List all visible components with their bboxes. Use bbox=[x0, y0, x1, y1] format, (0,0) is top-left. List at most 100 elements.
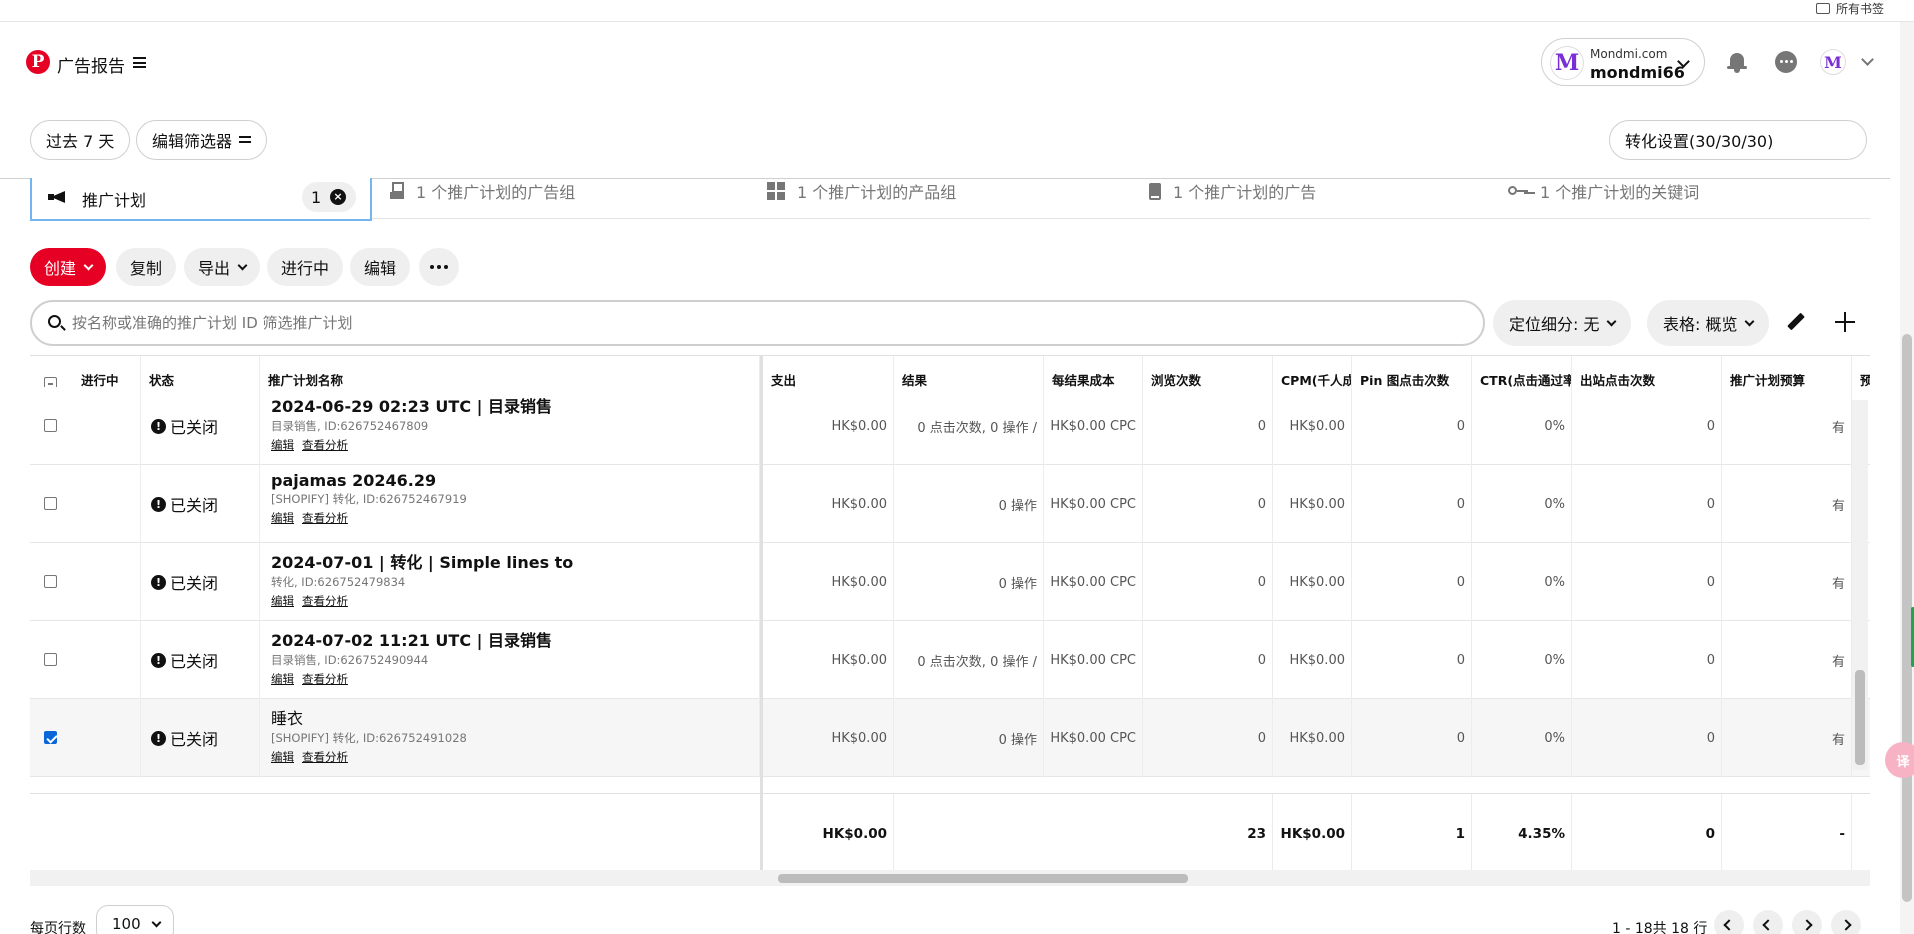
ad-group-icon bbox=[390, 182, 404, 200]
table-row[interactable]: ! 已关闭 2024-07-02 11:21 UTC | 目录销售 目录销售, ID:… bbox=[30, 621, 1870, 699]
table-row[interactable]: ! 已关闭 2024-07-01 | 转化 | Simple lines to 转化,… bbox=[30, 543, 1870, 621]
edit-filters-label: 编辑筛选器 bbox=[152, 132, 233, 151]
row-checkbox[interactable] bbox=[44, 575, 57, 588]
create-button[interactable]: 创建 bbox=[30, 248, 107, 286]
chevron-down-icon[interactable] bbox=[1861, 53, 1874, 66]
tab-keywords[interactable]: 1 个推广计划的关键词 bbox=[1508, 180, 1699, 202]
cell-campaign-budget: 有 bbox=[1722, 621, 1852, 699]
status-badge: ! 已关闭 bbox=[151, 414, 218, 438]
last-page-icon bbox=[1840, 919, 1852, 931]
campaign-name[interactable]: 2024-07-02 11:21 UTC | 目录销售 bbox=[271, 627, 741, 651]
first-page-button[interactable] bbox=[1714, 910, 1744, 934]
breakdown-dropdown[interactable]: 定位细分: 无 bbox=[1493, 300, 1632, 346]
view-analysis-link[interactable]: 查看分析 bbox=[302, 750, 348, 764]
cell-ctr: 0% bbox=[1472, 621, 1572, 699]
edit-filters-button[interactable]: 编辑筛选器 bbox=[136, 120, 268, 160]
cell-spend: HK$0.00 bbox=[763, 621, 894, 699]
tab-ad-groups[interactable]: 1 个推广计划的广告组 bbox=[390, 180, 575, 202]
pinterest-logo-icon[interactable]: P bbox=[26, 50, 50, 74]
cell-results: 0 点击次数, 0 操作 / bbox=[894, 387, 1044, 465]
edit-columns-pencil-icon[interactable] bbox=[1786, 312, 1806, 332]
all-bookmarks-label: 所有书签 bbox=[1835, 2, 1884, 16]
campaign-name[interactable]: pajamas 20246.29 bbox=[271, 471, 741, 490]
tab-product-groups[interactable]: 1 个推广计划的产品组 bbox=[767, 180, 956, 202]
campaign-name[interactable]: 2024-06-29 02:23 UTC | 目录销售 bbox=[271, 393, 741, 417]
more-dots-icon bbox=[430, 265, 448, 269]
edit-button[interactable]: 编辑 bbox=[350, 248, 411, 286]
ad-icon bbox=[1149, 182, 1161, 200]
cell-campaign-budget: 有 bbox=[1722, 699, 1852, 777]
campaign-name[interactable]: 2024-07-01 | 转化 | Simple lines to bbox=[271, 549, 741, 573]
campaign-name-cell: 2024-07-01 | 转化 | Simple lines to 转化, ID:… bbox=[271, 549, 741, 609]
last-page-button[interactable] bbox=[1831, 910, 1861, 934]
view-analysis-link[interactable]: 查看分析 bbox=[302, 438, 348, 452]
megaphone-icon bbox=[48, 190, 68, 204]
edit-link[interactable]: 编辑 bbox=[271, 511, 294, 525]
notifications-bell-icon[interactable] bbox=[1727, 51, 1747, 73]
account-switcher[interactable]: M Mondmi.com mondmi66 bbox=[1541, 38, 1705, 86]
table-vertical-scrollbar[interactable] bbox=[1852, 400, 1868, 770]
chevron-down-icon bbox=[83, 260, 94, 270]
selected-count-chip[interactable]: 1 × bbox=[302, 182, 356, 212]
set-active-label: 进行中 bbox=[281, 259, 330, 278]
pagination-info: 1 - 18共 18 行 bbox=[1612, 921, 1708, 934]
conversion-settings-button[interactable]: 转化设置(30/30/30) bbox=[1609, 120, 1867, 160]
rows-per-page-value: 100 bbox=[112, 915, 141, 933]
grid-icon bbox=[767, 182, 785, 200]
edit-link[interactable]: 编辑 bbox=[271, 672, 294, 686]
cell-ctr: 0% bbox=[1472, 387, 1572, 465]
campaign-table: 进行中 状态 推广计划名称 支出 结果 每结果成本 浏览次数 CPM(千人成本)… bbox=[30, 355, 1870, 870]
copy-button[interactable]: 复制 bbox=[116, 248, 177, 286]
clear-selection-icon[interactable]: × bbox=[330, 189, 346, 205]
frozen-column-divider bbox=[760, 356, 763, 870]
tab-ad-groups-label: 1 个推广计划的广告组 bbox=[416, 183, 576, 202]
tab-campaigns[interactable]: 推广计划 1 × bbox=[30, 178, 372, 221]
table-view-dropdown[interactable]: 表格: 概览 bbox=[1647, 300, 1770, 346]
user-avatar[interactable]: M bbox=[1820, 49, 1846, 75]
campaign-name-cell: 睡衣 [SHOPIFY] 转化, ID:626752491028 编辑 查看分析 bbox=[271, 705, 741, 765]
export-button[interactable]: 导出 bbox=[184, 248, 261, 286]
edit-link[interactable]: 编辑 bbox=[271, 750, 294, 764]
chevron-down-icon bbox=[1607, 316, 1617, 326]
row-checkbox[interactable] bbox=[44, 731, 57, 744]
table-row[interactable]: ! 已关闭 2024-06-29 02:23 UTC | 目录销售目录销售, ID:… bbox=[30, 387, 1870, 465]
row-checkbox[interactable] bbox=[44, 497, 57, 510]
status-text: 已关闭 bbox=[170, 652, 219, 671]
next-page-button[interactable] bbox=[1792, 910, 1822, 934]
cell-cpm: HK$0.00 bbox=[1273, 465, 1352, 543]
menu-icon[interactable] bbox=[133, 57, 146, 68]
table-horizontal-scrollbar[interactable] bbox=[30, 870, 1870, 886]
row-checkbox[interactable] bbox=[44, 419, 57, 432]
cell-cost-per-result: HK$0.00 CPC bbox=[1044, 699, 1143, 777]
cell-campaign-budget: 有 bbox=[1722, 465, 1852, 543]
set-active-button[interactable]: 进行中 bbox=[267, 248, 344, 286]
translate-icon[interactable]: 译 bbox=[1885, 742, 1914, 778]
table-row[interactable]: ! 已关闭 睡衣 [SHOPIFY] 转化, ID:626752491028 编辑 查看分… bbox=[30, 699, 1870, 777]
prev-page-button[interactable] bbox=[1753, 910, 1783, 934]
campaign-name[interactable]: 睡衣 bbox=[271, 705, 741, 729]
cell-active bbox=[73, 699, 141, 777]
campaign-meta: 目录销售, ID:626752467809 bbox=[271, 419, 429, 433]
row-checkbox[interactable] bbox=[44, 653, 57, 666]
date-range-button[interactable]: 过去 7 天 bbox=[30, 120, 131, 160]
messages-icon[interactable] bbox=[1775, 51, 1797, 73]
cell-impressions: 0 bbox=[1143, 543, 1273, 621]
search-input[interactable] bbox=[72, 311, 1452, 335]
cell-pin-clicks: 0 bbox=[1352, 543, 1472, 621]
cell-active bbox=[73, 621, 141, 699]
add-column-plus-icon[interactable] bbox=[1835, 312, 1855, 332]
edit-link[interactable]: 编辑 bbox=[271, 438, 294, 452]
rows-per-page-select[interactable]: 100 bbox=[96, 905, 174, 934]
view-analysis-link[interactable]: 查看分析 bbox=[302, 594, 348, 608]
tab-ads[interactable]: 1 个推广计划的广告 bbox=[1149, 180, 1316, 202]
view-analysis-link[interactable]: 查看分析 bbox=[302, 672, 348, 686]
table-row[interactable]: ! 已关闭 pajamas 20246.29 [SHOPIFY] 转化, ID:626… bbox=[30, 465, 1870, 543]
campaign-meta: [SHOPIFY] 转化, ID:626752467919 bbox=[271, 492, 467, 506]
all-bookmarks[interactable]: 所有书签 bbox=[1815, 0, 1884, 17]
cell-spend: HK$0.00 bbox=[763, 699, 894, 777]
page-scrollbar[interactable] bbox=[1900, 22, 1914, 934]
more-options-button[interactable] bbox=[419, 248, 459, 286]
edit-link[interactable]: 编辑 bbox=[271, 594, 294, 608]
cell-impressions: 0 bbox=[1143, 465, 1273, 543]
view-analysis-link[interactable]: 查看分析 bbox=[302, 511, 348, 525]
